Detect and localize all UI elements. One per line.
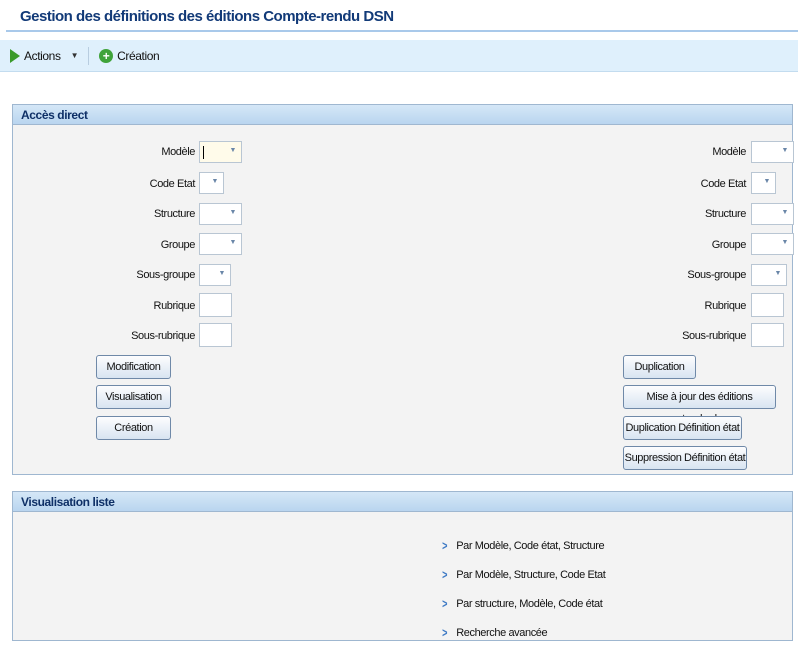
right-sous-groupe-label: Sous-groupe bbox=[687, 269, 746, 281]
chevron-down-icon: ▼ bbox=[774, 270, 781, 277]
left-rubrique-input[interactable] bbox=[199, 293, 232, 317]
toolbar-separator bbox=[88, 46, 90, 65]
visualisation-liste-panel: Visualisation liste > Par Modèle, Code é… bbox=[12, 491, 793, 641]
left-groupe-label: Groupe bbox=[160, 239, 196, 251]
suppression-definition-button[interactable]: Suppression Définition état bbox=[623, 446, 747, 470]
left-modele-select[interactable]: ▼ bbox=[199, 141, 242, 163]
visualisation-button[interactable]: Visualisation bbox=[96, 385, 171, 409]
chevron-down-icon: ▼ bbox=[218, 270, 225, 277]
chevron-down-icon: ▼ bbox=[70, 51, 79, 60]
left-structure-label: Structure bbox=[153, 208, 195, 220]
chevron-right-icon: > bbox=[442, 625, 448, 640]
add-icon: + bbox=[99, 48, 114, 63]
right-sous-rubrique-label: Sous-rubrique bbox=[682, 330, 746, 342]
right-groupe-select[interactable]: ▼ bbox=[751, 233, 794, 255]
link-label: Par Modèle, Structure, Code Etat bbox=[456, 568, 606, 581]
modification-button[interactable]: Modification bbox=[96, 355, 171, 379]
chevron-down-icon: ▼ bbox=[763, 178, 770, 185]
chevron-down-icon: ▼ bbox=[781, 239, 788, 246]
link-par-structure-modele-code-etat[interactable]: > Par structure, Modèle, Code état bbox=[441, 596, 603, 611]
toolbar: Actions ▼ + Création bbox=[0, 40, 798, 72]
play-icon bbox=[10, 48, 20, 63]
chevron-right-icon: > bbox=[442, 538, 448, 553]
link-recherche-avancee[interactable]: > Recherche avancée bbox=[441, 625, 548, 640]
right-structure-label: Structure bbox=[704, 208, 746, 220]
right-structure-select[interactable]: ▼ bbox=[751, 203, 794, 225]
left-rubrique-label: Rubrique bbox=[153, 300, 196, 312]
chevron-down-icon: ▼ bbox=[781, 209, 788, 216]
left-structure-select[interactable]: ▼ bbox=[199, 203, 242, 225]
acces-direct-header: Accès direct bbox=[13, 105, 792, 125]
chevron-down-icon: ▼ bbox=[781, 147, 788, 154]
visualisation-liste-header: Visualisation liste bbox=[13, 492, 792, 512]
duplication-definition-button[interactable]: Duplication Définition état bbox=[623, 416, 742, 440]
chevron-down-icon: ▼ bbox=[211, 178, 218, 185]
right-sous-rubrique-input[interactable] bbox=[751, 323, 784, 347]
right-modele-label: Modèle bbox=[712, 146, 746, 158]
left-code-etat-select[interactable]: ▼ bbox=[199, 172, 224, 194]
chevron-down-icon: ▼ bbox=[229, 147, 236, 154]
right-groupe-label: Groupe bbox=[711, 239, 747, 251]
chevron-down-icon: ▼ bbox=[229, 239, 236, 246]
text-cursor bbox=[203, 146, 204, 159]
right-sous-groupe-select[interactable]: ▼ bbox=[751, 264, 787, 286]
actions-label: Actions bbox=[24, 48, 61, 63]
page-title: Gestion des définitions des éditions Com… bbox=[6, 4, 798, 32]
left-groupe-select[interactable]: ▼ bbox=[199, 233, 242, 255]
left-modele-label: Modèle bbox=[161, 146, 195, 158]
right-modele-select[interactable]: ▼ bbox=[751, 141, 794, 163]
right-code-etat-select[interactable]: ▼ bbox=[751, 172, 776, 194]
left-sous-groupe-label: Sous-groupe bbox=[136, 269, 195, 281]
link-label: Par structure, Modèle, Code état bbox=[456, 597, 603, 610]
creation-button[interactable]: + Création bbox=[99, 48, 160, 63]
right-rubrique-label: Rubrique bbox=[704, 300, 747, 312]
acces-direct-panel: Accès direct Modèle ▼ Code Etat ▼ Struct… bbox=[12, 104, 794, 475]
creation-label: Création bbox=[117, 48, 160, 63]
right-rubrique-input[interactable] bbox=[751, 293, 784, 317]
chevron-right-icon: > bbox=[442, 596, 448, 611]
creation-form-button[interactable]: Création bbox=[96, 416, 171, 440]
left-sous-rubrique-input[interactable] bbox=[199, 323, 232, 347]
actions-menu[interactable]: Actions ▼ bbox=[10, 48, 79, 63]
link-label: Recherche avancée bbox=[456, 626, 548, 639]
chevron-right-icon: > bbox=[442, 567, 448, 582]
duplication-button[interactable]: Duplication bbox=[623, 355, 696, 379]
mise-a-jour-editions-button[interactable]: Mise à jour des éditions standards bbox=[623, 385, 776, 425]
left-sous-rubrique-label: Sous-rubrique bbox=[131, 330, 195, 342]
left-sous-groupe-select[interactable]: ▼ bbox=[199, 264, 231, 286]
link-par-modele-structure-code-etat[interactable]: > Par Modèle, Structure, Code Etat bbox=[441, 567, 606, 582]
left-code-etat-label: Code Etat bbox=[149, 178, 196, 190]
right-code-etat-label: Code Etat bbox=[700, 178, 747, 190]
chevron-down-icon: ▼ bbox=[229, 209, 236, 216]
link-label: Par Modèle, Code état, Structure bbox=[456, 539, 605, 552]
link-par-modele-code-etat-structure[interactable]: > Par Modèle, Code état, Structure bbox=[441, 538, 605, 553]
